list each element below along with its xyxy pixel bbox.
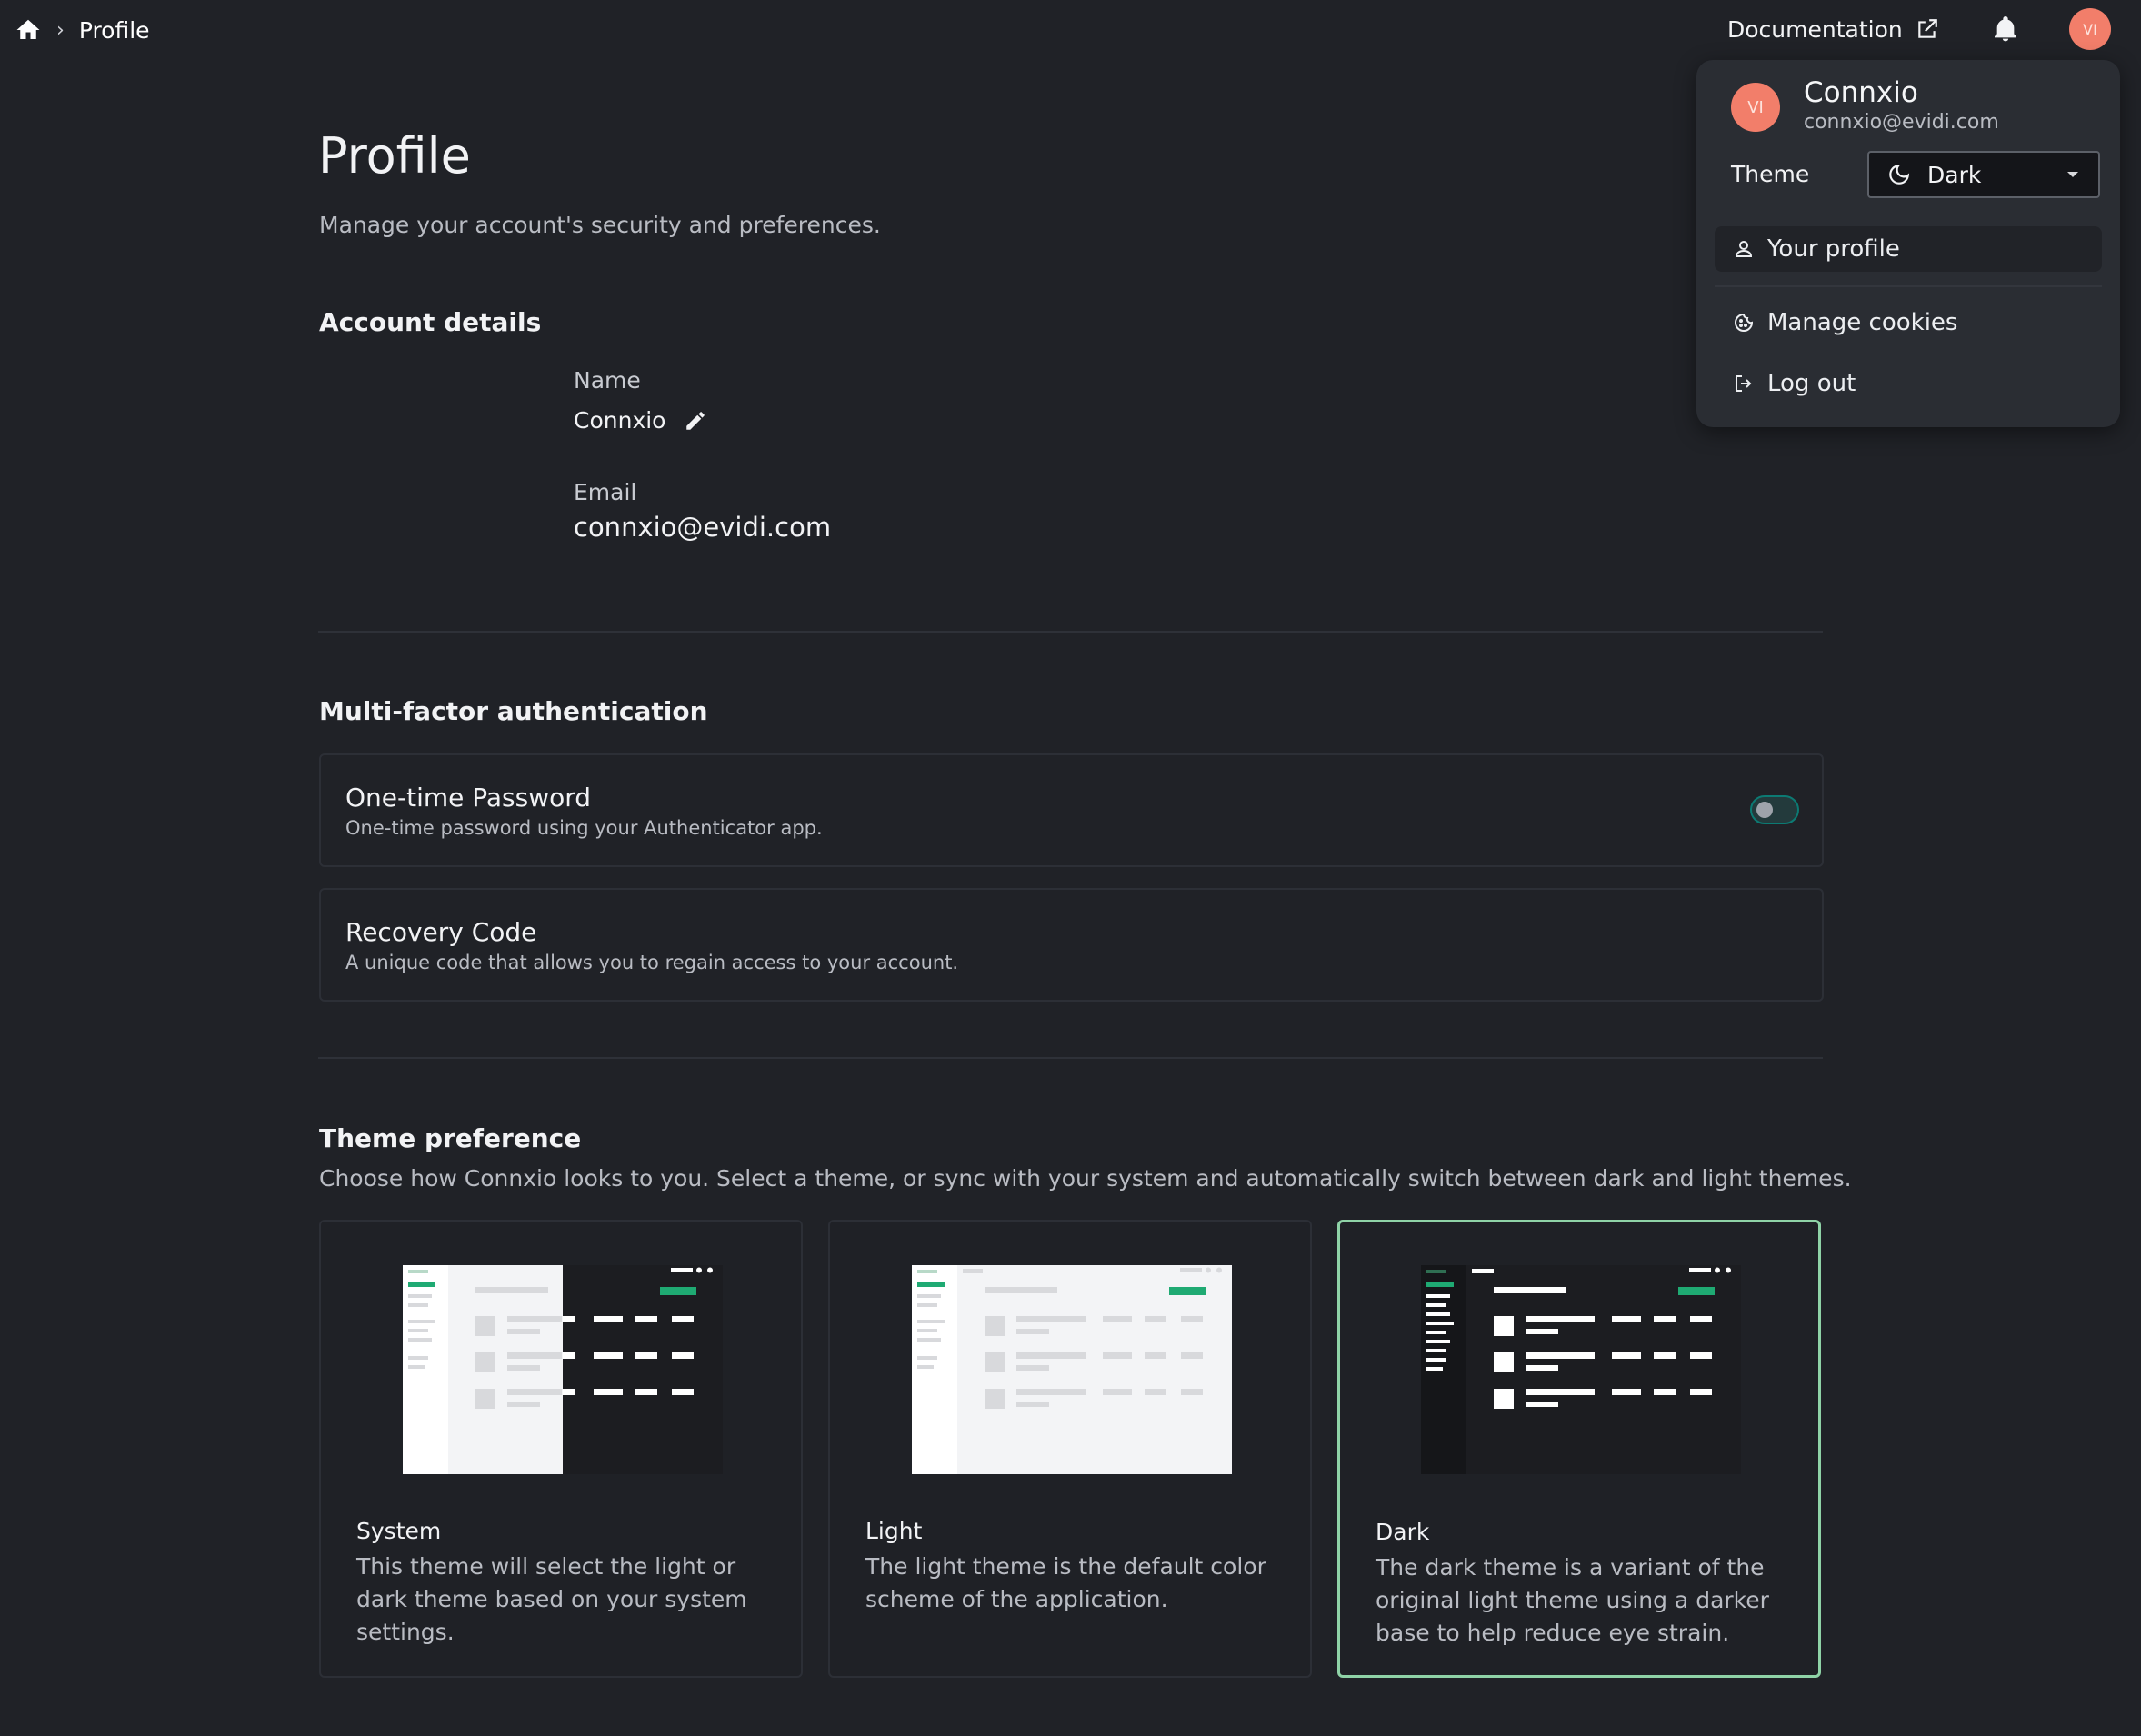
chevron-right-icon: ›: [56, 18, 65, 42]
user-menu-email: connxio@evidi.com: [1804, 111, 1999, 134]
name-value: Connxio: [574, 407, 666, 434]
toggle-knob: [1756, 802, 1773, 818]
otp-toggle[interactable]: [1750, 795, 1799, 824]
caret-down-icon: [2067, 172, 2078, 177]
cookie-icon: [1735, 313, 1754, 332]
logout-icon: [1736, 375, 1752, 392]
page-title: Profile: [318, 127, 471, 185]
theme-select-value: Dark: [1927, 161, 1982, 188]
theme-option-name: Dark: [1376, 1519, 1430, 1545]
theme-option-system[interactable]: System This theme will select the light …: [319, 1220, 803, 1678]
recovery-description: A unique code that allows you to regain …: [345, 952, 959, 973]
email-label: Email: [574, 479, 637, 505]
otp-title: One-time Password: [345, 783, 592, 813]
recovery-code-card[interactable]: Recovery Code A unique code that allows …: [319, 888, 1824, 1002]
divider: [318, 631, 1823, 633]
account-details-heading: Account details: [319, 307, 542, 337]
theme-select-label: Theme: [1731, 161, 1810, 187]
divider: [318, 1057, 1823, 1059]
bell-icon: [1995, 16, 2016, 42]
menu-item-label: Manage cookies: [1767, 309, 1958, 336]
theme-option-name: Light: [865, 1518, 923, 1544]
moon-icon: [1889, 164, 1910, 185]
menu-item-your-profile[interactable]: Your profile: [1715, 226, 2102, 272]
recovery-title: Recovery Code: [345, 917, 537, 947]
theme-select[interactable]: Dark: [1867, 151, 2100, 198]
menu-item-manage-cookies[interactable]: Manage cookies: [1715, 300, 2102, 345]
user-menu: VI Connxio connxio@evidi.com Theme Dark …: [1696, 60, 2120, 427]
menu-item-label: Your profile: [1767, 235, 1900, 263]
menu-item-label: Log out: [1767, 370, 1856, 397]
user-menu-avatar: VI: [1731, 83, 1780, 132]
dark-theme-preview: [1421, 1265, 1741, 1474]
notifications-button[interactable]: [1991, 15, 2020, 47]
external-link-icon: [1917, 19, 1937, 38]
documentation-link[interactable]: Documentation: [1727, 13, 1939, 45]
user-menu-name: Connxio: [1804, 76, 1918, 109]
documentation-label: Documentation: [1727, 15, 1903, 43]
avatar[interactable]: VI: [2069, 8, 2111, 50]
menu-item-log-out[interactable]: Log out: [1715, 361, 2102, 406]
breadcrumb-current: Profile: [78, 16, 150, 44]
edit-pencil-icon[interactable]: [684, 409, 707, 433]
theme-option-light[interactable]: Light The light theme is the default col…: [828, 1220, 1312, 1678]
menu-divider: [1715, 285, 2102, 287]
system-theme-preview: [403, 1265, 723, 1474]
home-icon[interactable]: [15, 16, 42, 44]
user-icon: [1735, 241, 1753, 257]
theme-option-description: This theme will select the light or dark…: [356, 1553, 747, 1645]
theme-heading: Theme preference: [319, 1123, 582, 1153]
mfa-heading: Multi-factor authentication: [319, 696, 708, 726]
theme-option-description: The light theme is the default color sch…: [865, 1553, 1266, 1612]
theme-description: Choose how Connxio looks to you. Select …: [319, 1165, 1852, 1192]
name-row: Connxio: [574, 407, 707, 434]
theme-option-description: The dark theme is a variant of the origi…: [1376, 1554, 1769, 1646]
email-value: connxio@evidi.com: [574, 512, 832, 543]
light-theme-preview: [912, 1265, 1232, 1474]
breadcrumb: › Profile: [15, 13, 150, 47]
otp-card: One-time Password One-time password usin…: [319, 753, 1824, 867]
theme-option-dark[interactable]: Dark The dark theme is a variant of the …: [1337, 1220, 1821, 1678]
name-label: Name: [574, 367, 641, 394]
theme-option-name: System: [356, 1518, 442, 1544]
otp-description: One-time password using your Authenticat…: [345, 817, 823, 839]
page-subtitle: Manage your account's security and prefe…: [319, 212, 881, 238]
